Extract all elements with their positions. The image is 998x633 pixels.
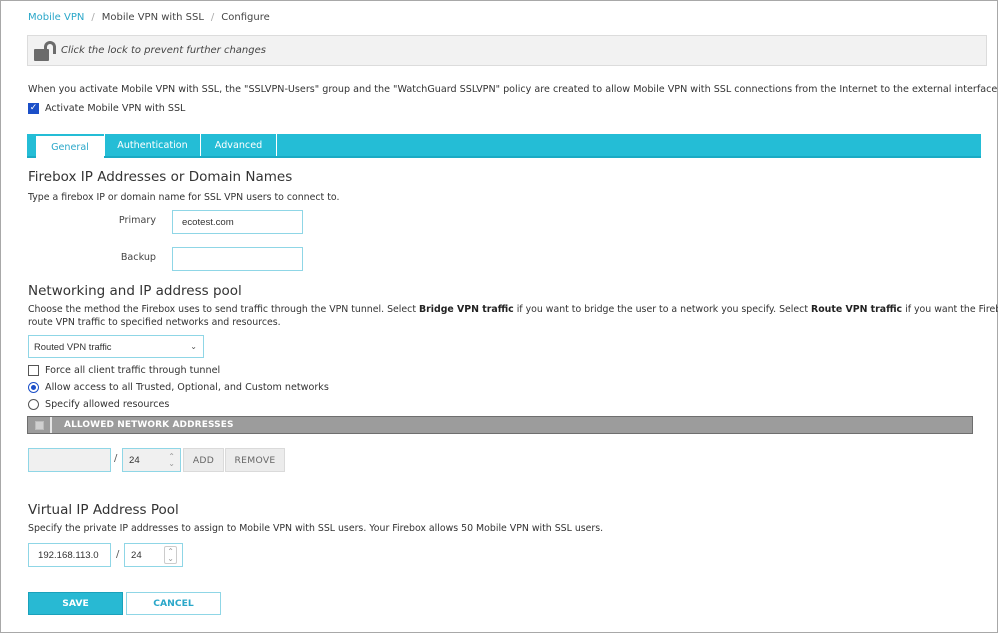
description-text: if you want the Firebox to xyxy=(905,304,998,315)
unlocked-padlock-icon[interactable] xyxy=(32,40,58,62)
networking-description-line2: route VPN traffic to specified networks … xyxy=(28,317,281,328)
description-text: if you want to bridge the user to a netw… xyxy=(513,304,811,315)
allowed-networks-column-header: ALLOWED NETWORK ADDRESSES xyxy=(64,420,234,430)
activate-ssl-label: Activate Mobile VPN with SSL xyxy=(45,103,186,114)
allow-all-networks-radio[interactable] xyxy=(28,382,39,393)
backup-address-input[interactable] xyxy=(172,247,303,271)
radio-allow-all-row: Allow access to all Trusted, Optional, a… xyxy=(28,382,329,393)
up-down-arrows-icon[interactable]: ⌃ ⌄ xyxy=(164,546,177,564)
backup-label: Backup xyxy=(120,252,156,263)
networking-section-title: Networking and IP address pool xyxy=(28,283,242,299)
breadcrumb-separator: / xyxy=(91,12,95,23)
breadcrumb-separator: / xyxy=(210,12,215,23)
primary-address-input[interactable]: ecotest.com xyxy=(172,210,303,234)
cancel-button[interactable]: CANCEL xyxy=(126,592,221,615)
lock-message: Click the lock to prevent further change… xyxy=(61,45,266,56)
specify-resources-radio[interactable] xyxy=(28,399,39,410)
traffic-mode-value: Routed VPN traffic xyxy=(34,341,112,352)
select-all-checkbox[interactable] xyxy=(34,420,44,430)
virtual-pool-prefix-value: 24 xyxy=(131,549,142,561)
traffic-mode-select[interactable]: Routed VPN traffic ⌄ xyxy=(28,335,204,358)
add-button[interactable]: ADD xyxy=(183,448,224,472)
allowed-networks-table-header: ALLOWED NETWORK ADDRESSES xyxy=(27,416,973,434)
lock-bar: Click the lock to prevent further change… xyxy=(27,35,987,66)
network-prefix-value: 24 xyxy=(129,454,140,466)
description-text: Choose the method the Firebox uses to se… xyxy=(28,304,419,315)
virtual-pool-ip-input[interactable]: 192.168.113.0 xyxy=(28,543,111,567)
network-address-input[interactable] xyxy=(28,448,111,472)
firebox-section-description: Type a firebox IP or domain name for SSL… xyxy=(28,192,340,203)
networking-description: Choose the method the Firebox uses to se… xyxy=(28,304,998,315)
intro-text: When you activate Mobile VPN with SSL, t… xyxy=(28,84,998,95)
specify-resources-label: Specify allowed resources xyxy=(45,399,170,410)
tab-bar: General Authentication Advanced xyxy=(27,134,981,158)
force-all-checkbox[interactable] xyxy=(28,365,39,376)
activate-ssl-checkbox[interactable]: ✓ xyxy=(28,103,39,114)
breadcrumb: Mobile VPN / Mobile VPN with SSL / Confi… xyxy=(28,12,270,23)
bridge-vpn-term: Bridge VPN traffic xyxy=(419,304,514,315)
virtual-pool-description: Specify the private IP addresses to assi… xyxy=(28,523,604,534)
virtual-pool-section-title: Virtual IP Address Pool xyxy=(28,502,179,518)
force-all-label: Force all client traffic through tunnel xyxy=(45,365,221,376)
activate-ssl-row: ✓ Activate Mobile VPN with SSL xyxy=(28,103,185,114)
tab-advanced[interactable]: Advanced xyxy=(201,134,277,156)
primary-label: Primary xyxy=(118,215,156,226)
save-button[interactable]: SAVE xyxy=(28,592,123,615)
network-prefix-spinner[interactable]: 24 ⌃ ⌄ xyxy=(122,448,181,472)
allow-all-networks-label: Allow access to all Trusted, Optional, a… xyxy=(45,382,329,393)
tab-general[interactable]: General xyxy=(36,136,104,158)
breadcrumb-mobile-vpn-ssl: Mobile VPN with SSL xyxy=(101,12,204,23)
slash-separator: / xyxy=(114,453,118,464)
virtual-pool-prefix-spinner[interactable]: 24 ⌃ ⌄ xyxy=(124,543,183,567)
remove-button[interactable]: REMOVE xyxy=(225,448,285,472)
breadcrumb-mobile-vpn-link[interactable]: Mobile VPN xyxy=(28,12,84,23)
chevron-down-icon: ⌄ xyxy=(190,342,197,351)
tab-authentication[interactable]: Authentication xyxy=(104,134,201,156)
up-down-arrows-icon[interactable]: ⌃ ⌄ xyxy=(168,453,175,468)
route-vpn-term: Route VPN traffic xyxy=(811,304,903,315)
select-all-cell xyxy=(28,417,52,433)
firebox-section-title: Firebox IP Addresses or Domain Names xyxy=(28,169,293,185)
breadcrumb-configure: Configure xyxy=(221,12,270,23)
force-all-row: Force all client traffic through tunnel xyxy=(28,365,220,376)
radio-specify-row: Specify allowed resources xyxy=(28,399,169,410)
slash-separator: / xyxy=(116,549,120,560)
